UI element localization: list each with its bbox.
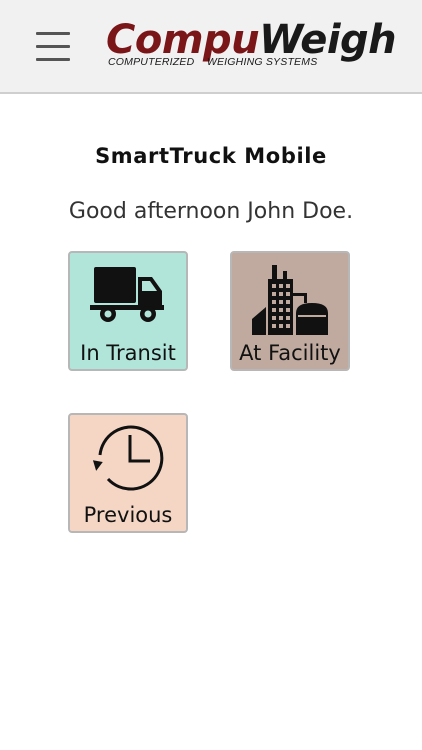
- history-clock-icon: [70, 421, 186, 501]
- compuweigh-logo: CompuWeigh COMPUTERIZED WEIGHING SYSTEMS: [106, 18, 406, 74]
- factory-icon: [232, 257, 348, 337]
- in-transit-button[interactable]: In Transit: [68, 251, 188, 371]
- previous-button[interactable]: Previous: [68, 413, 188, 533]
- app-header: CompuWeigh COMPUTERIZED WEIGHING SYSTEMS: [0, 0, 422, 94]
- logo-tagline: COMPUTERIZED WEIGHING SYSTEMS: [108, 56, 318, 68]
- menu-line: [36, 58, 70, 61]
- at-facility-label: At Facility: [239, 341, 341, 365]
- at-facility-button[interactable]: At Facility: [230, 251, 350, 371]
- menu-line: [36, 32, 70, 35]
- in-transit-label: In Transit: [80, 341, 176, 365]
- page-title: SmartTruck Mobile: [95, 144, 327, 168]
- greeting-text: Good afternoon John Doe.: [68, 199, 354, 224]
- menu-line: [36, 45, 70, 48]
- previous-label: Previous: [83, 503, 173, 527]
- hamburger-menu-icon[interactable]: [36, 31, 70, 61]
- truck-icon: [70, 261, 186, 341]
